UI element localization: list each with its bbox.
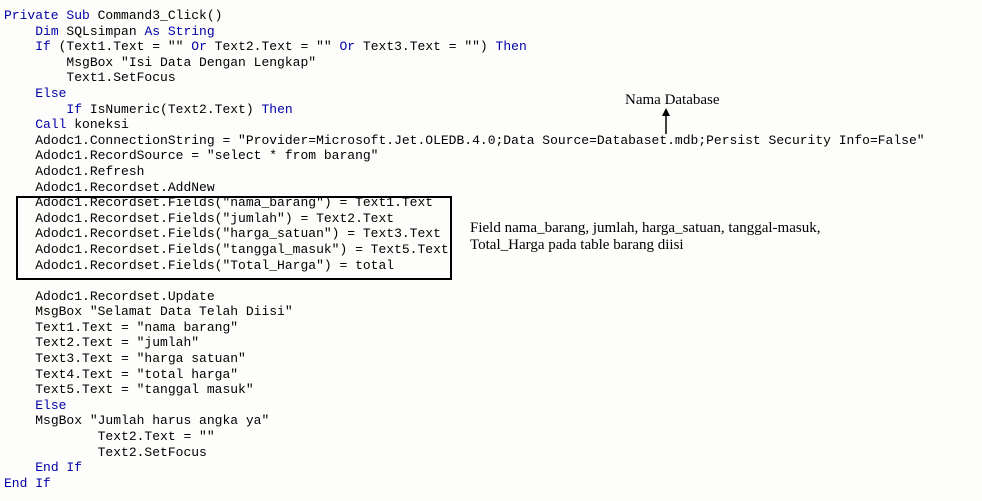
code-line: Adodc1.Recordset.Fields("nama_barang") =… [4,195,982,211]
code-line: MsgBox "Selamat Data Telah Diisi" [4,304,982,320]
code-line: Else [4,398,982,414]
code-line: MsgBox "Isi Data Dengan Lengkap" [4,55,982,71]
code-line: Adodc1.Recordset.AddNew [4,180,982,196]
code-line: Adodc1.RecordSource = "select * from bar… [4,148,982,164]
code-line: If (Text1.Text = "" Or Text2.Text = "" O… [4,39,982,55]
annotation-database: Nama Database [625,92,720,109]
code-line: MsgBox "Jumlah harus angka ya" [4,413,982,429]
code-line: Adodc1.Recordset.Fields("Total_Harga") =… [4,258,982,274]
code-line: Adodc1.ConnectionString = "Provider=Micr… [4,133,982,149]
code-line: Call koneksi [4,117,982,133]
code-line: Text4.Text = "total harga" [4,367,982,383]
annotation-fields-text: Field nama_barang, jumlah, harga_satuan,… [470,220,820,253]
code-line: Adodc1.Recordset.Update [4,289,982,305]
code-line: Text1.SetFocus [4,70,982,86]
code-line: Adodc1.Refresh [4,164,982,180]
code-line: Text2.SetFocus [4,445,982,461]
code-line: Text2.Text = "jumlah" [4,335,982,351]
code-line: End If [4,476,982,492]
code-line: Text5.Text = "tanggal masuk" [4,382,982,398]
code-line: Else [4,86,982,102]
code-line: Private Sub Command3_Click() [4,8,982,24]
code-line: Text3.Text = "harga satuan" [4,351,982,367]
code-line: Text2.Text = "" [4,429,982,445]
annotation-fields: Field nama_barang, jumlah, harga_satuan,… [470,220,890,254]
code-line: Text1.Text = "nama barang" [4,320,982,336]
code-line: End If [4,460,982,476]
annotation-database-text: Nama Database [625,92,720,108]
code-line: Dim SQLsimpan As String [4,24,982,40]
code-line [4,273,982,289]
code-line: If IsNumeric(Text2.Text) Then [4,102,982,118]
